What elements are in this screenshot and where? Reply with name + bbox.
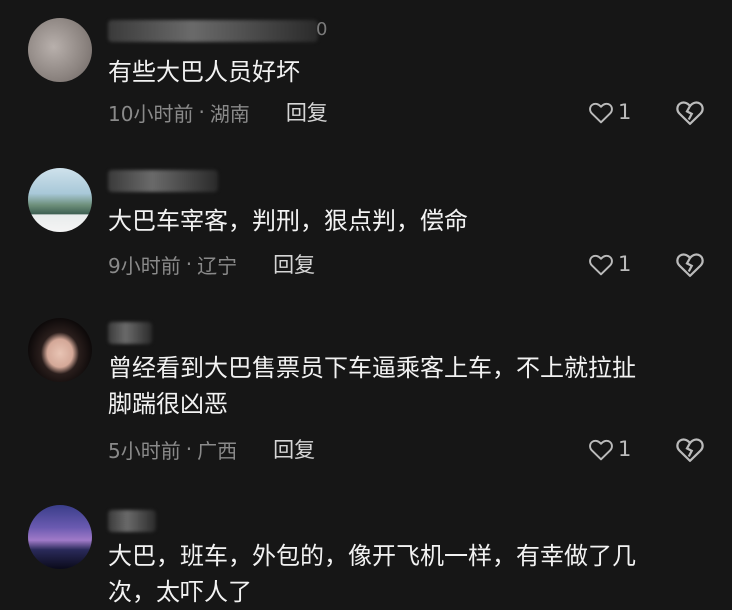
comment-text: 曾经看到大巴售票员下车逼乘客上车，不上就拉扯 脚踹很凶恶 xyxy=(108,354,636,418)
username-tail: 0 xyxy=(316,19,328,40)
avatar[interactable] xyxy=(28,168,92,232)
avatar[interactable] xyxy=(28,18,92,82)
comment-location: 广西 xyxy=(197,438,238,463)
like-button[interactable]: 1 xyxy=(588,249,631,279)
like-count: 1 xyxy=(618,252,632,276)
heart-icon xyxy=(589,102,613,124)
comment-time: 5小时前 xyxy=(108,438,181,463)
like-button[interactable]: 1 xyxy=(588,434,631,464)
meta-separator: · xyxy=(185,252,193,276)
like-count: 1 xyxy=(618,100,632,124)
username-blurred[interactable] xyxy=(108,510,156,532)
avatar[interactable] xyxy=(28,505,92,569)
like-button[interactable]: 1 xyxy=(588,97,631,127)
comment-text: 大巴，班车，外包的，像开飞机一样，有幸做了几 次，太吓人了 xyxy=(108,542,636,606)
comment-text: 有些大巴人员好坏 xyxy=(108,58,300,86)
username-blurred[interactable] xyxy=(108,170,218,192)
reply-button[interactable]: 回复 xyxy=(273,434,315,464)
reply-button[interactable]: 回复 xyxy=(273,249,315,279)
comment-time: 10小时前 xyxy=(108,101,194,126)
meta-separator: · xyxy=(185,437,193,461)
comment-time: 9小时前 xyxy=(108,253,181,278)
comment-text: 大巴车宰客，判刑，狠点判，偿命 xyxy=(108,207,468,235)
comment-meta: 9小时前 · 辽宁 回复 xyxy=(108,249,315,279)
heart-icon xyxy=(589,439,613,461)
dislike-broken-heart-icon[interactable] xyxy=(675,249,705,279)
username-blurred[interactable] xyxy=(108,322,152,344)
reply-button[interactable]: 回复 xyxy=(286,97,328,127)
avatar[interactable] xyxy=(28,318,92,382)
comment-meta: 5小时前 · 广西 回复 xyxy=(108,434,315,464)
dislike-broken-heart-icon[interactable] xyxy=(675,97,705,127)
like-count: 1 xyxy=(618,437,632,461)
username-blurred[interactable] xyxy=(108,20,318,42)
meta-separator: · xyxy=(198,100,205,124)
comment-location: 辽宁 xyxy=(197,253,238,278)
comment-location: 湖南 xyxy=(209,101,250,126)
comment-meta: 10小时前 · 湖南 回复 xyxy=(108,97,328,127)
dislike-broken-heart-icon[interactable] xyxy=(675,434,705,464)
heart-icon xyxy=(589,254,613,276)
